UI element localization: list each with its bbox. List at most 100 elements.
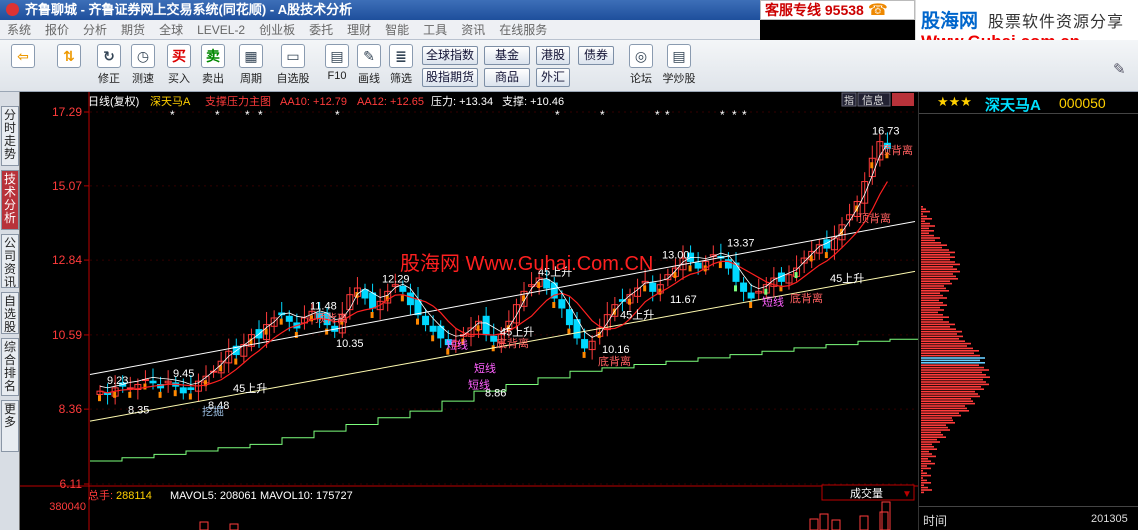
candle[interactable] (482, 315, 490, 336)
volume-profile-bar (921, 419, 953, 422)
menu-item[interactable]: 资讯 (461, 23, 485, 37)
market-button[interactable]: 债券 (578, 46, 614, 65)
volume-profile-bar (921, 424, 946, 426)
y-tick-label: 17.29 (52, 105, 82, 119)
trend-band-mark (416, 318, 419, 325)
tool-calendar-button[interactable]: ▦ 周期 (234, 44, 268, 88)
volume-profile-bar (921, 374, 986, 376)
candle[interactable] (285, 315, 293, 322)
candle[interactable] (369, 292, 377, 309)
candle[interactable] (361, 289, 369, 299)
menu-item[interactable]: 全球 (159, 23, 183, 37)
candle[interactable] (179, 387, 187, 394)
candle[interactable] (187, 387, 195, 391)
tool-buy-button[interactable]: 买买入 (162, 44, 196, 88)
candle[interactable] (740, 282, 748, 292)
candle[interactable] (149, 380, 157, 384)
sell-icon: 卖 (201, 44, 225, 68)
menu-item[interactable]: 智能 (385, 23, 409, 37)
stock-code: 000050 (1059, 95, 1106, 111)
volume-profile-bar (921, 280, 950, 282)
right-info-panel: ★★★ 深天马A 000050 时间 201305 (918, 92, 1138, 530)
menu-item[interactable]: 分析 (83, 23, 107, 37)
volume-bar (879, 511, 889, 530)
volume-profile-bar (921, 426, 948, 429)
candle[interactable] (399, 285, 407, 292)
volume-profile-bar (921, 450, 929, 453)
tool-sell-button[interactable]: 卖卖出 (196, 44, 230, 88)
candle[interactable] (543, 279, 551, 289)
trend-band-mark (264, 328, 268, 335)
book-icon: ▤ (667, 44, 691, 68)
menu-item[interactable]: 在线服务 (499, 23, 547, 37)
stock-name: 深天马A (985, 97, 1041, 114)
window-title: 齐鲁聊城 - 齐鲁证券网上交易系统(同花顺) - A股技术分析 (25, 2, 353, 17)
market-button[interactable]: 商品 (484, 68, 530, 87)
chart-annotation: 10.35 (336, 338, 364, 350)
wrench-icon[interactable]: ✎ (1113, 60, 1126, 78)
candle[interactable] (429, 325, 437, 332)
candle[interactable] (558, 299, 566, 309)
hotline-banner[interactable]: 客服专线 95538 ☎ (760, 0, 915, 20)
menu-item[interactable]: 理财 (347, 23, 371, 37)
tool-forum-button[interactable]: ◎ 论坛 (624, 44, 658, 88)
tool-book-button[interactable]: ▤ 学炒股 (662, 44, 696, 88)
tool-refresh-button[interactable]: ↻ 修正 (92, 44, 126, 88)
volume-profile-bar (921, 357, 985, 359)
side-tab[interactable]: 分时走势 (1, 106, 19, 166)
tool-filter-button[interactable]: ≣ 筛选 (384, 44, 418, 88)
menu-item[interactable]: LEVEL-2 (197, 23, 245, 37)
kline-chart[interactable]: 17.29 15.07 12.84 10.59 8.36 6.11 日线(复权) 深天马A 支撑… (20, 92, 918, 530)
market-button[interactable]: 港股 (536, 46, 570, 65)
chart-annotation: 挖掘 (202, 404, 224, 418)
volume-profile-bar (921, 333, 957, 335)
volume-bar (809, 518, 819, 530)
side-tab[interactable]: 技术分析 (1, 170, 19, 230)
tool-pencil-button[interactable]: ✎ 画线 (352, 44, 386, 88)
volume-profile-bar (921, 434, 943, 436)
volume-profile-bar (921, 222, 930, 225)
phone-icon: ☎ (867, 2, 888, 19)
volume-profile-bar (921, 465, 927, 467)
candle[interactable] (747, 292, 755, 299)
menu-item[interactable]: 委托 (309, 23, 333, 37)
tool-up-down-arrow-button[interactable]: ⇅ (52, 44, 86, 88)
tool-back-arrow-button[interactable]: ⇦ (6, 44, 40, 88)
candle[interactable] (565, 309, 573, 326)
candle[interactable] (581, 339, 589, 349)
side-tab[interactable]: 更多 (1, 400, 19, 452)
menu-item[interactable]: 期货 (121, 23, 145, 37)
side-tab[interactable]: 综合排名 (1, 338, 19, 396)
panel-toggle-button[interactable] (892, 93, 914, 106)
side-tab[interactable]: 自选股 (1, 292, 19, 334)
tool-document-button[interactable]: ▤ F10 (320, 44, 354, 88)
ad-slogan: 股票软件资源分享 (988, 14, 1125, 31)
chart-annotation: 底背离 (790, 291, 823, 305)
menu-item[interactable]: 报价 (45, 23, 69, 37)
trend-band-mark (537, 282, 541, 289)
tool-clock-button[interactable]: ◷ 测速 (126, 44, 160, 88)
volume-profile-bar (921, 266, 953, 268)
volume-bar (199, 521, 209, 530)
buy-icon: 买 (167, 44, 191, 68)
tool-folder-button[interactable]: ▭ 自选股 (276, 44, 310, 88)
market-button[interactable]: 股指期货 (422, 68, 478, 87)
candle[interactable] (422, 315, 430, 326)
market-button[interactable]: 外汇 (536, 68, 570, 87)
menu-item[interactable]: 创业板 (259, 23, 295, 37)
candle[interactable] (406, 292, 414, 306)
candle[interactable] (649, 282, 657, 292)
signal-star: * (665, 108, 670, 122)
volume-profile-bar (921, 330, 962, 333)
volume-profile-bar (921, 400, 973, 402)
side-tab[interactable]: 公司资讯 (1, 234, 19, 289)
menu-item[interactable]: 工具 (423, 23, 447, 37)
volume-profile-bar (921, 338, 959, 340)
market-button[interactable]: 基金 (484, 46, 530, 65)
trend-band-mark (279, 318, 283, 325)
candle[interactable] (694, 262, 702, 269)
market-button[interactable]: 全球指数 (422, 46, 478, 65)
volume-profile-bar (921, 393, 978, 395)
menu-item[interactable]: 系统 (7, 23, 31, 37)
chevron-down-icon[interactable]: ▼ (902, 489, 912, 500)
